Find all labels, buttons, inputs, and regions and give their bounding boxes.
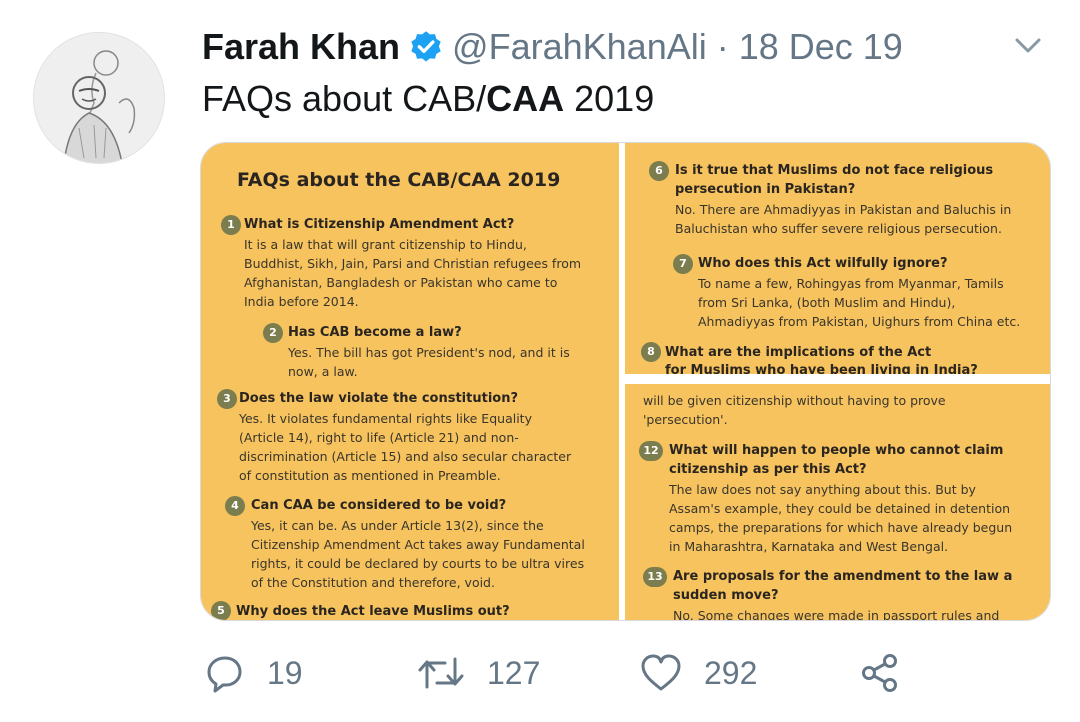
tweet-text-bold: CAA (486, 78, 565, 119)
faq-answer-line: now, a law. (288, 364, 358, 379)
faq-question: Who does this Act wilfully ignore? (698, 256, 948, 271)
faq-image-left[interactable]: FAQs about the CAB/CAA 2019 1 What is Ci… (201, 143, 619, 620)
faq-answer-line: from Sri Lanka, (both Muslim and Hindu), (698, 295, 956, 310)
faq-question: for Muslims who have been living in Indi… (665, 363, 978, 374)
share-icon (862, 654, 897, 692)
retweet-icon (418, 657, 464, 689)
avatar-illustration (34, 33, 164, 163)
faq-answer-line: Assam's example, they could be detained … (669, 501, 1011, 516)
faq-answer-line: India before 2014. (244, 294, 359, 309)
faq-question: What are the implications of the Act (665, 345, 932, 360)
heart-icon (641, 654, 681, 691)
faq-number-badge: 13 (643, 567, 667, 587)
faq-answer-line: No. Some changes were made in passport r… (673, 608, 1000, 620)
faq-question: Does the law violate the constitution? (239, 391, 519, 406)
faq-number-badge: 3 (217, 389, 237, 409)
faq-answer-line: rights, it could be declared by courts t… (251, 556, 585, 571)
verified-badge-icon (408, 29, 444, 65)
faq-question: Are proposals for the amendment to the l… (673, 569, 1013, 584)
tweet-text-prefix: FAQs about CAB/ (202, 78, 487, 119)
faq-answer-line: camps, the preparations for which have a… (669, 520, 1013, 535)
faq-number-badge: 7 (673, 254, 693, 274)
faq-question: persecution in Pakistan? (675, 182, 856, 197)
faq-number-badge: 8 (641, 342, 661, 362)
like-button[interactable]: 292 (640, 648, 757, 698)
faq-answer-line: No. There are Ahmadiyyas in Pakistan and… (675, 202, 1012, 217)
faq-answer-line: in Maharashtra, Karnataka and West Benga… (669, 539, 949, 554)
faq-image-right-top[interactable]: 6 Is it true that Muslims do not face re… (625, 143, 1050, 374)
faq-number-badge: 1 (221, 215, 241, 235)
faq-answer-line: Ahmadiyyas from Pakistan, Uighurs from C… (698, 314, 1021, 329)
tweet-text: FAQs about CAB/CAA 2019 (202, 78, 654, 120)
tweet-actions: 19 127 292 (0, 648, 1080, 698)
faq-question: Is it true that Muslims do not face reli… (675, 163, 994, 178)
chevron-down-icon[interactable] (1010, 32, 1046, 60)
author-handle[interactable]: @FarahKhanAli (452, 26, 707, 68)
tweet-date[interactable]: 18 Dec 19 (739, 26, 903, 68)
faq-answer-line: Citizenship Amendment Act takes away Fun… (251, 537, 585, 552)
avatar[interactable] (33, 32, 165, 164)
faq-answer-line: Yes. It violates fundamental rights like… (239, 411, 532, 426)
faq-question: Why does the Act leave Muslims out? (236, 604, 510, 619)
share-button[interactable] (860, 648, 924, 698)
faq-answer-line: (Article 14), right to life (Article 21)… (239, 430, 519, 445)
faq-image-right-bottom[interactable]: will be given citizenship without having… (625, 384, 1050, 620)
faq-answer-line: Yes, it can be. As under Article 13(2), … (251, 518, 544, 533)
faq-answer-line: of constitution as mentioned in Preamble… (239, 468, 501, 483)
faq-question: What will happen to people who cannot cl… (669, 443, 1004, 458)
tweet-header: Farah Khan @FarahKhanAli · 18 Dec 19 (202, 22, 903, 72)
tweet-media[interactable]: FAQs about the CAB/CAA 2019 1 What is Ci… (200, 142, 1051, 621)
faq-answer-line: Baluchistan who suffer severe religious … (675, 221, 1002, 236)
faq-number-badge: 6 (649, 161, 669, 181)
faq-answer-line: Buddhist, Sikh, Jain, Parsi and Christia… (244, 256, 582, 271)
faq-question: Can CAA be considered to be void? (251, 498, 507, 513)
faq-answer-line: To name a few, Rohingyas from Myanmar, T… (698, 276, 1004, 291)
reply-count: 19 (267, 654, 303, 691)
faq-question: Has CAB become a law? (288, 325, 462, 340)
faq-answer-line: will be given citizenship without having… (643, 393, 946, 408)
faq-answer-line: Yes. The bill has got President's nod, a… (288, 345, 570, 360)
faq-answer-line: 'persecution'. (643, 412, 728, 427)
reply-icon (207, 656, 242, 693)
faq-answer-line: Afghanistan, Bangladesh or Pakistan who … (244, 275, 558, 290)
faq-question: What is Citizenship Amendment Act? (244, 217, 515, 232)
author-name[interactable]: Farah Khan (202, 26, 400, 68)
faq-answer-line: of the Constitution and therefore, void. (251, 575, 495, 590)
retweet-button[interactable]: 127 (417, 648, 540, 698)
faq-number-badge: 2 (263, 323, 283, 343)
faq-question: citizenship as per this Act? (669, 462, 867, 477)
reply-button[interactable]: 19 (205, 648, 303, 698)
separator-dot: · (716, 26, 729, 67)
retweet-count: 127 (487, 654, 541, 691)
faq-number-badge: 4 (225, 496, 245, 516)
faq-number-badge: 12 (639, 441, 663, 461)
like-count: 292 (704, 654, 758, 691)
faq-question: sudden move? (673, 588, 779, 603)
tweet-text-suffix: 2019 (564, 78, 655, 119)
faq-title: FAQs about the CAB/CAA 2019 (237, 169, 561, 191)
faq-answer-line: discrimination (Article 15) and also sec… (239, 449, 572, 464)
faq-number-badge: 5 (211, 601, 231, 620)
faq-answer-line: The law does not say anything about this… (669, 482, 976, 497)
faq-answer-line: It is a law that will grant citizenship … (244, 237, 527, 252)
